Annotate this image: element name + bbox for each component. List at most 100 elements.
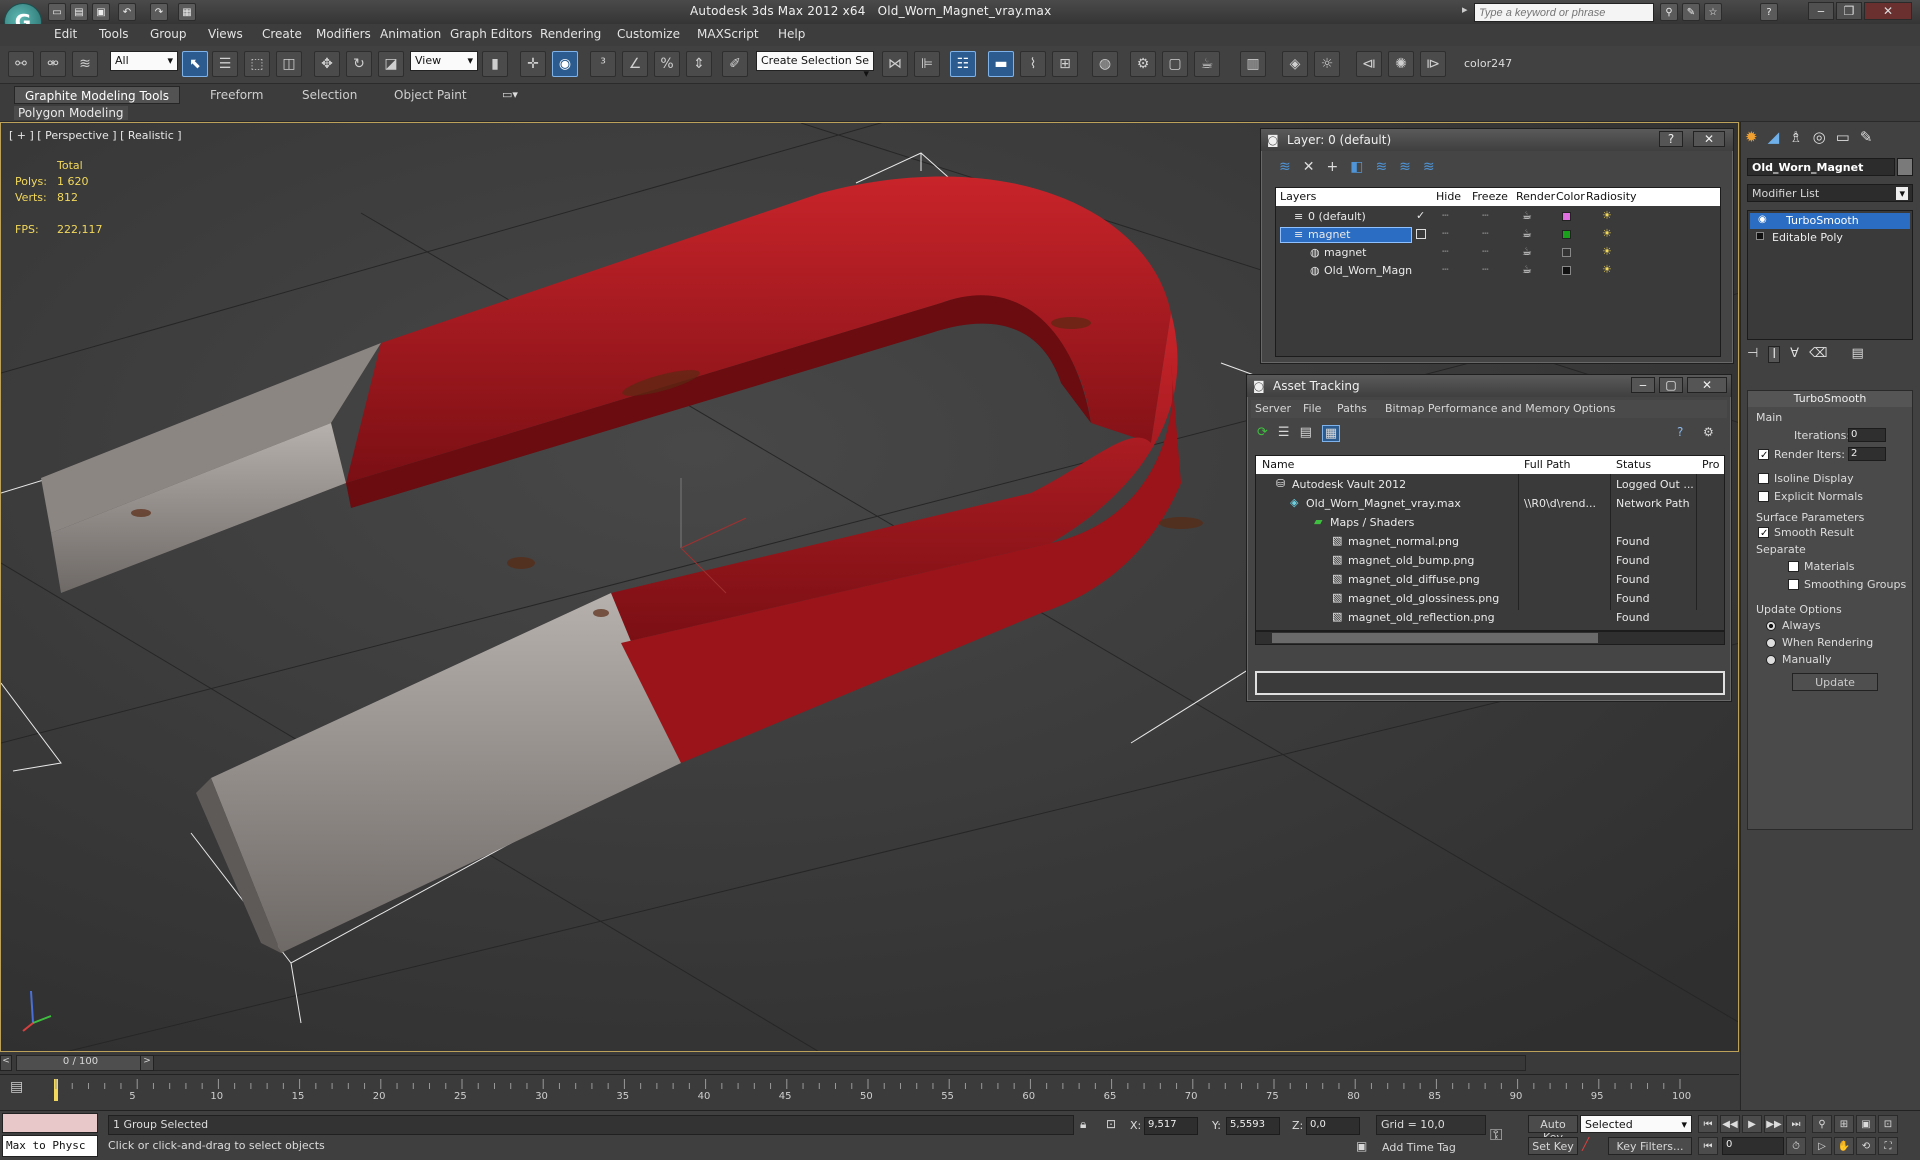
create-layer-icon[interactable]: ≋ [1279,159,1291,175]
asset-menu-paths[interactable]: Paths [1337,402,1367,415]
move-icon[interactable]: ✥ [314,51,340,77]
menu-views[interactable]: Views [208,27,243,41]
zoom-extents-icon[interactable]: ▣ [1856,1115,1876,1133]
asset-menu-bitmap[interactable]: Bitmap Performance and Memory [1385,402,1570,415]
layer-color-swatch[interactable] [1562,212,1571,221]
bind-space-warp-icon[interactable]: ≋ [72,51,98,77]
asset-menu-server[interactable]: Server [1255,402,1291,415]
expand-icon[interactable] [1756,232,1764,240]
render-production-icon[interactable]: ☕ [1194,51,1220,77]
ribbon-options-icon[interactable]: ▭▾ [502,88,518,101]
scrollbar-thumb[interactable] [1272,633,1598,643]
layer-help-button[interactable]: ? [1659,131,1683,147]
graphite-toggle-icon[interactable]: ▬ [988,51,1014,77]
tab-selection[interactable]: Selection [292,86,367,104]
col-full-path[interactable]: Full Path [1524,458,1570,471]
vray-settings-icon[interactable]: ✺ [1388,51,1414,77]
smooth-result-checkbox[interactable] [1758,527,1769,538]
radiosity-icon[interactable]: ☀ [1602,245,1612,258]
time-slider-next[interactable]: > [140,1055,154,1071]
configure-modifier-sets-icon[interactable]: ▤ [1851,346,1863,363]
selection-lock-icon[interactable]: 🔒︎ [1080,1117,1086,1132]
time-config-icon[interactable]: ⏱ [1786,1137,1806,1155]
zoom-all-icon[interactable]: ⊞ [1834,1115,1854,1133]
select-manipulate-icon[interactable]: ✛ [520,51,546,77]
render-toggle-icon[interactable]: ☕ [1522,245,1532,258]
reference-coord-dropdown[interactable]: View ▾ [410,51,478,71]
maxscript-listener-top[interactable] [2,1113,98,1133]
menu-create[interactable]: Create [262,27,302,41]
asset-row[interactable]: ▧ magnet_old_glossiness.png Found [1256,590,1724,608]
set-key-button[interactable]: Set Key [1528,1137,1578,1155]
key-filters-button[interactable]: Key Filters... [1608,1137,1692,1155]
manually-radio[interactable] [1766,655,1776,665]
menu-tools[interactable]: Tools [99,27,129,41]
layer-row[interactable]: ◍ magnet ┄ ┄ ☕ ☀ [1276,244,1720,262]
iterations-spinner[interactable]: 0 [1848,428,1886,442]
render-iters-checkbox[interactable] [1758,449,1769,460]
col-hide[interactable]: Hide [1436,190,1461,203]
make-unique-icon[interactable]: ∀ [1790,346,1799,363]
hide-toggle[interactable]: ┄ [1442,209,1449,222]
key-icon[interactable]: ╱ [1582,1137,1589,1151]
binoculars-icon[interactable]: ⚲ [1660,3,1678,21]
radiosity-icon[interactable]: ☀ [1602,263,1612,276]
col-freeze[interactable]: Freeze [1472,190,1508,203]
go-to-end-icon[interactable]: ⏭ [1786,1115,1806,1133]
asset-row[interactable]: ▧ magnet_normal.png Found [1256,533,1724,551]
hide-toggle[interactable]: ┄ [1442,263,1449,276]
asset-close-button[interactable]: ✕ [1687,377,1727,393]
help-icon[interactable]: ? [1760,3,1778,21]
redo-icon[interactable]: ↷ [150,3,168,21]
object-name-field[interactable]: Old_Worn_Magnet [1747,158,1895,176]
display-tab-icon[interactable]: ▭ [1836,128,1850,146]
refresh-icon[interactable]: ⟳ [1257,425,1268,442]
mirror-icon[interactable]: ⋈ [882,51,908,77]
remove-modifier-icon[interactable]: ⌫ [1809,346,1827,363]
pan-icon[interactable]: ✋ [1834,1137,1854,1155]
keyboard-shortcut-override-icon[interactable]: ◉ [552,51,578,77]
utilities-tab-icon[interactable]: ✎ [1860,128,1873,146]
x-coordinate-field[interactable]: 9,517 [1144,1117,1198,1135]
menu-maxscript[interactable]: MAXScript [697,27,759,41]
asset-dialog-title-bar[interactable]: Asset Tracking ◙ ‒ ▢ ✕ [1247,375,1731,397]
active-layer-check-icon[interactable]: ✓ [1416,209,1425,222]
render-iters-spinner[interactable]: 2 [1848,447,1886,461]
freeze-toggle[interactable]: ┄ [1482,245,1489,258]
highlight-layer-icon[interactable]: ≋ [1375,159,1387,175]
unlink-icon[interactable]: ⚮ [40,51,66,77]
lightbulb-icon[interactable]: ◉ [1758,214,1767,225]
delete-layer-icon[interactable]: ✕ [1303,159,1315,175]
update-button[interactable]: Update [1792,673,1878,691]
radiosity-icon[interactable]: ☀ [1602,209,1612,222]
col-name[interactable]: Name [1262,458,1294,471]
col-layers[interactable]: Layers [1280,190,1316,203]
render-toggle-icon[interactable]: ☕ [1522,227,1532,240]
scale-icon[interactable]: ◪ [378,51,404,77]
layer-color-swatch[interactable] [1562,248,1571,257]
asset-path-field[interactable] [1255,671,1725,695]
menu-modifiers[interactable]: Modifiers [316,27,371,41]
show-end-result-icon[interactable]: I [1768,346,1781,363]
vray-prev-icon[interactable]: ⧏ [1356,51,1382,77]
always-radio[interactable] [1766,621,1776,631]
time-slider-track[interactable]: 0 / 100 [16,1055,1526,1071]
z-coordinate-field[interactable]: 0,0 [1306,1117,1360,1135]
close-button[interactable]: ✕ [1864,2,1912,20]
menu-group[interactable]: Group [150,27,187,41]
next-frame-icon[interactable]: ▶▶ [1764,1115,1784,1133]
new-file-icon[interactable]: ▭ [48,3,66,21]
asset-menu-file[interactable]: File [1303,402,1321,415]
render-toggle-icon[interactable]: ☕ [1522,209,1532,222]
play-icon[interactable]: ▶ [1742,1115,1762,1133]
selection-filter-dropdown[interactable]: All ▾ [110,51,178,71]
polygon-modeling-panel[interactable]: Polygon Modeling [14,106,128,120]
vray-material-icon[interactable]: ◈ [1282,51,1308,77]
hide-toggle[interactable]: ┄ [1442,245,1449,258]
rect-selection-icon[interactable]: ⬚ [244,51,270,77]
asset-menu-options[interactable]: Options [1573,402,1615,415]
active-layer-box[interactable] [1416,229,1426,239]
absolute-mode-icon[interactable]: ⊡ [1106,1117,1116,1131]
percent-snap-icon[interactable]: % [654,51,680,77]
layer-manager-icon[interactable]: ☷ [950,51,976,77]
